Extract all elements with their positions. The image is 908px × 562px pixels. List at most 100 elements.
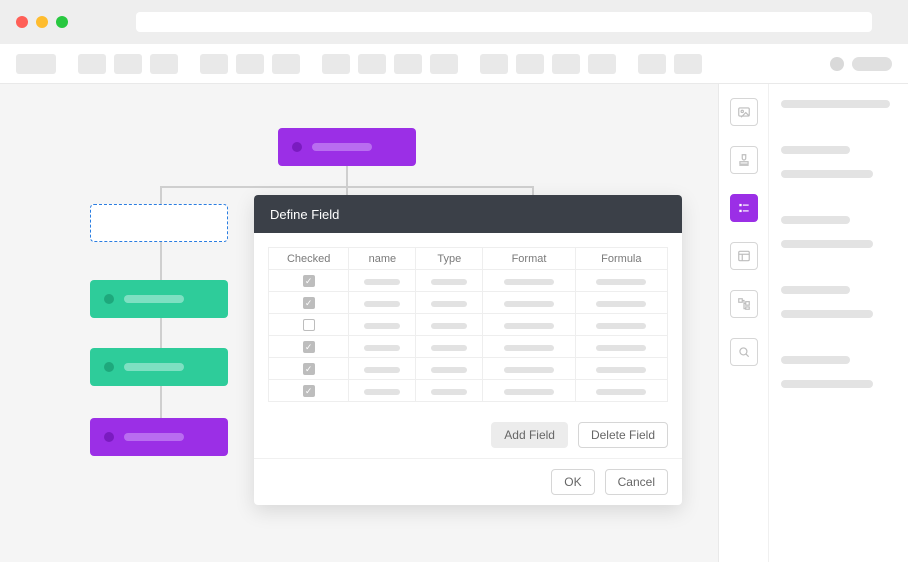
properties-panel bbox=[768, 84, 908, 562]
ok-button[interactable]: OK bbox=[551, 469, 594, 495]
node-label-placeholder bbox=[312, 143, 372, 151]
cell-placeholder bbox=[504, 345, 554, 351]
list-icon[interactable] bbox=[730, 194, 758, 222]
close-window-button[interactable] bbox=[16, 16, 28, 28]
table-row[interactable] bbox=[269, 358, 668, 380]
cell-placeholder bbox=[504, 389, 554, 395]
row-checkbox[interactable] bbox=[303, 341, 315, 353]
cell-placeholder bbox=[364, 389, 400, 395]
cancel-button[interactable]: Cancel bbox=[605, 469, 668, 495]
toolbar-button[interactable] bbox=[150, 54, 178, 74]
toolbar-button[interactable] bbox=[322, 54, 350, 74]
panel-placeholder bbox=[781, 216, 850, 224]
panel-placeholder bbox=[781, 286, 850, 294]
row-checkbox[interactable] bbox=[303, 363, 315, 375]
cell-placeholder bbox=[364, 345, 400, 351]
toolbar-button[interactable] bbox=[358, 54, 386, 74]
cell-placeholder bbox=[504, 301, 554, 307]
flow-node[interactable] bbox=[90, 280, 228, 318]
connector bbox=[160, 242, 162, 280]
cell-placeholder bbox=[431, 323, 467, 329]
flow-node[interactable] bbox=[90, 348, 228, 386]
toolbar-button[interactable] bbox=[394, 54, 422, 74]
toolbar-button[interactable] bbox=[638, 54, 666, 74]
delete-field-button[interactable]: Delete Field bbox=[578, 422, 668, 448]
cell-placeholder bbox=[431, 345, 467, 351]
field-table: Checked name Type Format Formula bbox=[268, 247, 668, 402]
table-row[interactable] bbox=[269, 336, 668, 358]
image-icon[interactable] bbox=[730, 98, 758, 126]
row-checkbox[interactable] bbox=[303, 385, 315, 397]
table-row[interactable] bbox=[269, 292, 668, 314]
cell-placeholder bbox=[596, 367, 646, 373]
col-format: Format bbox=[483, 248, 575, 270]
col-formula: Formula bbox=[575, 248, 667, 270]
toolbar-button[interactable] bbox=[236, 54, 264, 74]
cell-placeholder bbox=[431, 279, 467, 285]
toolbar-button[interactable] bbox=[516, 54, 544, 74]
table-row[interactable] bbox=[269, 314, 668, 336]
panel-placeholder bbox=[781, 100, 890, 108]
row-checkbox[interactable] bbox=[303, 319, 315, 331]
panel-placeholder bbox=[781, 356, 850, 364]
node-label-placeholder bbox=[124, 295, 184, 303]
toolbar-button[interactable] bbox=[272, 54, 300, 74]
cell-placeholder bbox=[504, 367, 554, 373]
panel-placeholder bbox=[781, 380, 873, 388]
panel-placeholder bbox=[781, 170, 873, 178]
toolbar-button[interactable] bbox=[78, 54, 106, 74]
panel-placeholder bbox=[781, 240, 873, 248]
toolbar-button[interactable] bbox=[552, 54, 580, 74]
stamp-icon[interactable] bbox=[730, 146, 758, 174]
col-checked: Checked bbox=[269, 248, 349, 270]
cell-placeholder bbox=[364, 279, 400, 285]
search-icon[interactable] bbox=[730, 338, 758, 366]
row-checkbox[interactable] bbox=[303, 275, 315, 287]
node-dot-icon bbox=[104, 294, 114, 304]
toolbar-button[interactable] bbox=[16, 54, 56, 74]
flow-node-placeholder[interactable] bbox=[90, 204, 228, 242]
node-label-placeholder bbox=[124, 433, 184, 441]
toolbar-button[interactable] bbox=[480, 54, 508, 74]
flow-node-root[interactable] bbox=[278, 128, 416, 166]
cell-placeholder bbox=[504, 323, 554, 329]
app-window: Define Field Checked name Type Format Fo… bbox=[0, 0, 908, 562]
cell-placeholder bbox=[431, 301, 467, 307]
cell-placeholder bbox=[596, 345, 646, 351]
col-name: name bbox=[349, 248, 416, 270]
minimize-window-button[interactable] bbox=[36, 16, 48, 28]
define-field-dialog: Define Field Checked name Type Format Fo… bbox=[254, 195, 682, 505]
toolbar-button[interactable] bbox=[674, 54, 702, 74]
toolbar-button[interactable] bbox=[430, 54, 458, 74]
connector bbox=[160, 186, 162, 204]
content-area: Define Field Checked name Type Format Fo… bbox=[0, 84, 908, 562]
connector bbox=[160, 386, 162, 418]
add-field-button[interactable]: Add Field bbox=[491, 422, 568, 448]
panel-placeholder bbox=[781, 310, 873, 318]
layout-icon[interactable] bbox=[730, 242, 758, 270]
tree-icon[interactable] bbox=[730, 290, 758, 318]
cell-placeholder bbox=[431, 367, 467, 373]
address-bar[interactable] bbox=[136, 12, 872, 32]
toolbar-button[interactable] bbox=[588, 54, 616, 74]
maximize-window-button[interactable] bbox=[56, 16, 68, 28]
user-avatar[interactable] bbox=[830, 57, 844, 71]
row-checkbox[interactable] bbox=[303, 297, 315, 309]
dialog-title: Define Field bbox=[254, 195, 682, 233]
cell-placeholder bbox=[364, 367, 400, 373]
diagram-canvas[interactable]: Define Field Checked name Type Format Fo… bbox=[0, 84, 718, 562]
toolbar bbox=[0, 44, 908, 84]
cell-placeholder bbox=[596, 301, 646, 307]
user-menu[interactable] bbox=[852, 57, 892, 71]
flow-node[interactable] bbox=[90, 418, 228, 456]
toolbar-button[interactable] bbox=[200, 54, 228, 74]
cell-placeholder bbox=[596, 279, 646, 285]
col-type: Type bbox=[416, 248, 483, 270]
titlebar bbox=[0, 0, 908, 44]
cell-placeholder bbox=[596, 323, 646, 329]
table-row[interactable] bbox=[269, 270, 668, 292]
cell-placeholder bbox=[364, 323, 400, 329]
toolbar-button[interactable] bbox=[114, 54, 142, 74]
right-toolbar bbox=[718, 84, 768, 562]
table-row[interactable] bbox=[269, 380, 668, 402]
